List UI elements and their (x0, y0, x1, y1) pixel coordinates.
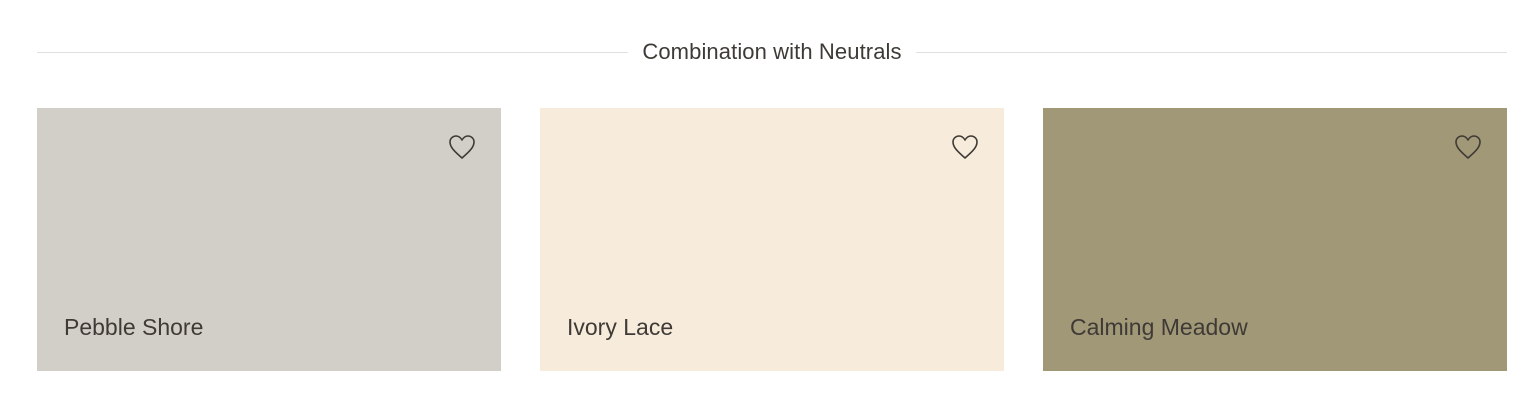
color-card-calming-meadow[interactable]: Calming Meadow (1043, 108, 1507, 371)
section-header: Combination with Neutrals (37, 36, 1507, 68)
favorite-button[interactable] (447, 132, 477, 162)
divider-left (37, 51, 629, 53)
color-name: Pebble Shore (64, 314, 204, 340)
divider-right (915, 51, 1507, 53)
color-name: Calming Meadow (1070, 314, 1248, 340)
color-card-list: Pebble Shore Ivory Lace Calming Meadow (37, 108, 1507, 371)
section-title: Combination with Neutrals (642, 39, 902, 64)
heart-outline-icon (449, 135, 475, 159)
color-card-ivory-lace[interactable]: Ivory Lace (540, 108, 1004, 371)
heart-outline-icon (1455, 135, 1481, 159)
heart-outline-icon (952, 135, 978, 159)
color-name: Ivory Lace (567, 314, 674, 340)
favorite-button[interactable] (950, 132, 980, 162)
color-card-pebble-shore[interactable]: Pebble Shore (37, 108, 501, 371)
neutrals-combination-section: Combination with Neutrals Pebble Shore I… (37, 0, 1507, 408)
favorite-button[interactable] (1453, 132, 1483, 162)
